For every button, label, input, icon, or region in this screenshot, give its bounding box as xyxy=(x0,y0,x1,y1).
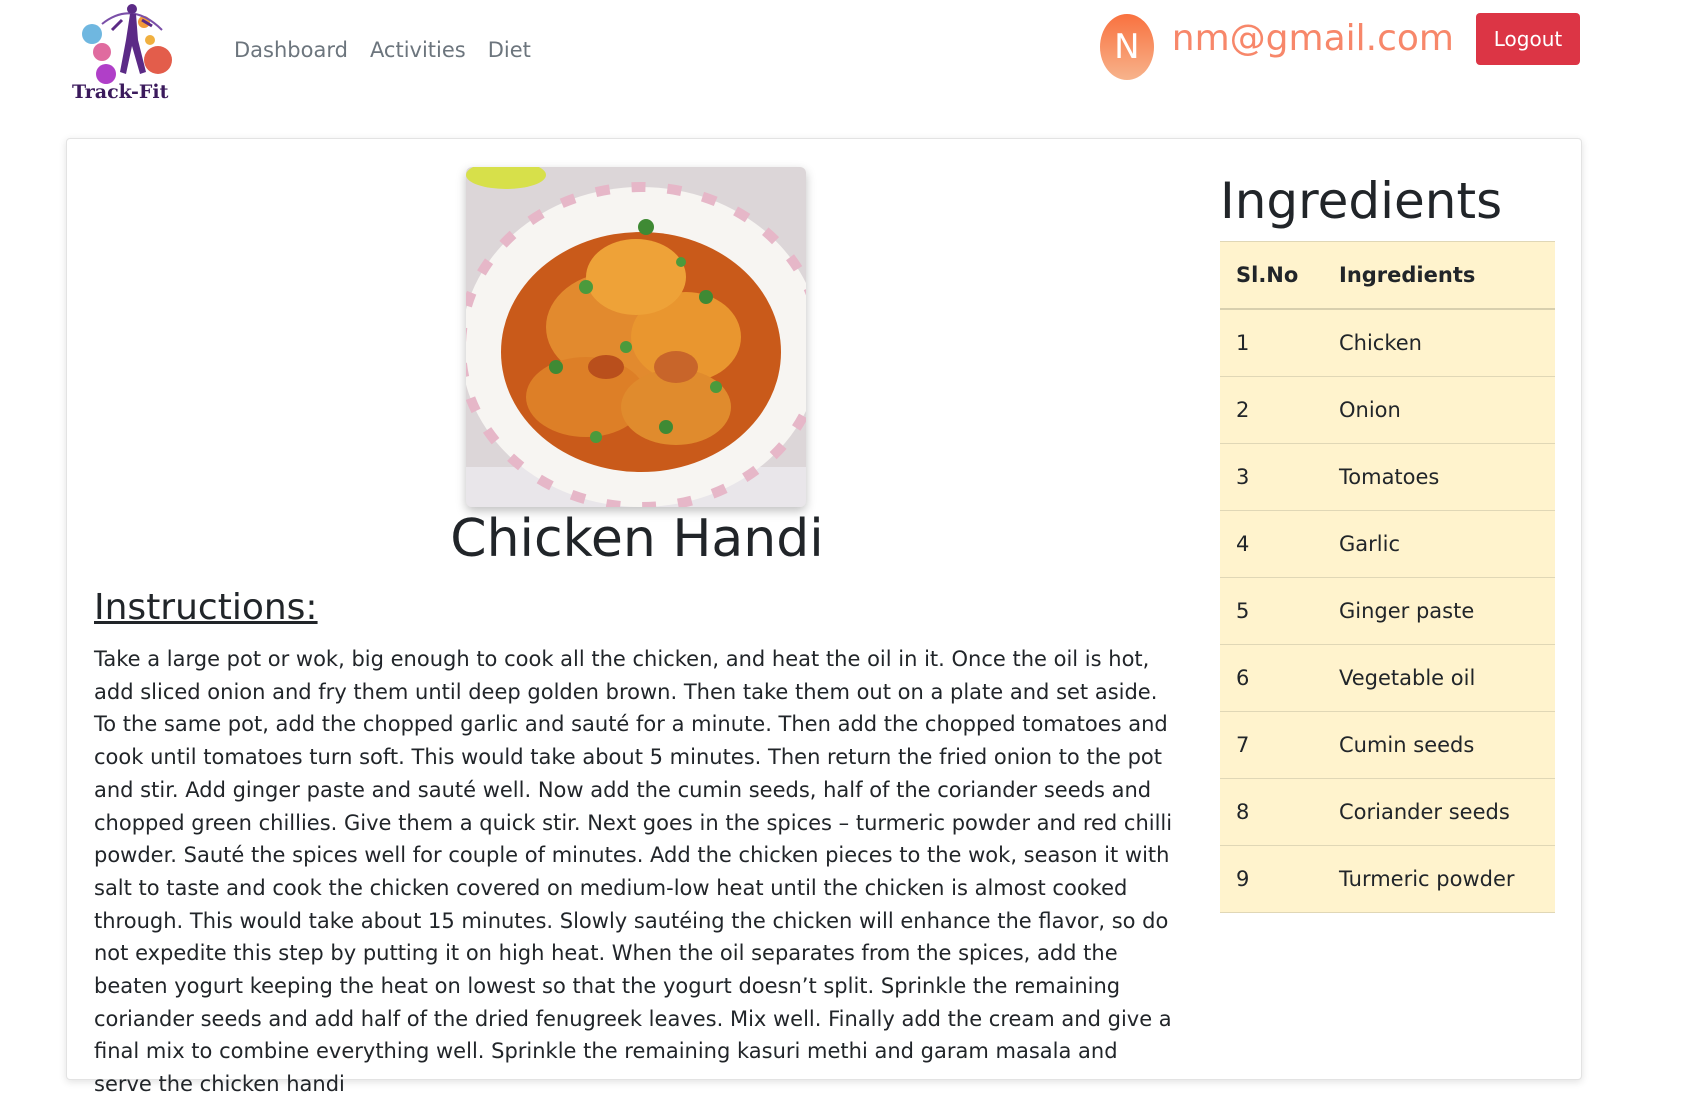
row-slno: 7 xyxy=(1220,711,1323,779)
table-row: 7 Cumin seeds xyxy=(1220,711,1555,779)
row-slno: 1 xyxy=(1220,308,1323,377)
nav-links: Dashboard Activities Diet xyxy=(234,38,531,62)
navbar: Track-Fit Dashboard Activities Diet N nm… xyxy=(0,0,1684,120)
row-slno: 4 xyxy=(1220,510,1323,578)
nav-activities-link[interactable]: Activities xyxy=(370,38,466,62)
row-ingredient: Garlic xyxy=(1323,510,1555,578)
instructions-heading: Instructions: xyxy=(94,587,318,628)
ingredients-table: Sl.No Ingredients 1 Chicken 2 Onion 3 To… xyxy=(1220,241,1555,913)
row-ingredient: Coriander seeds xyxy=(1323,778,1555,846)
user-email: nm@gmail.com xyxy=(1171,17,1454,59)
column-header-ingredients: Ingredients xyxy=(1323,241,1555,310)
logout-button[interactable]: Logout xyxy=(1476,13,1580,65)
table-row: 2 Onion xyxy=(1220,376,1555,444)
user-area: N nm@gmail.com Logout xyxy=(1099,10,1580,80)
table-row: 3 Tomatoes xyxy=(1220,443,1555,511)
nav-dashboard-link[interactable]: Dashboard xyxy=(234,38,348,62)
recipe-title: Chicken Handi xyxy=(450,509,824,569)
row-slno: 6 xyxy=(1220,644,1323,712)
ingredients-panel: Ingredients Sl.No Ingredients 1 Chicken … xyxy=(1220,167,1555,913)
table-row: 5 Ginger paste xyxy=(1220,577,1555,645)
row-slno: 3 xyxy=(1220,443,1323,511)
chicken-handi-photo xyxy=(466,167,806,507)
row-slno: 2 xyxy=(1220,376,1323,444)
table-header-row: Sl.No Ingredients xyxy=(1220,241,1555,310)
row-ingredient: Chicken xyxy=(1323,308,1555,377)
ingredients-heading: Ingredients xyxy=(1220,172,1503,230)
recipe-image xyxy=(466,167,806,507)
recipe-card: Chicken Handi Instructions: Take a large… xyxy=(66,138,1582,1096)
row-ingredient: Ginger paste xyxy=(1323,577,1555,645)
table-row: 6 Vegetable oil xyxy=(1220,644,1555,712)
table-row: 8 Coriander seeds xyxy=(1220,778,1555,846)
column-header-slno: Sl.No xyxy=(1220,241,1323,310)
logo-graphic: Track-Fit xyxy=(72,4,172,103)
table-row: 4 Garlic xyxy=(1220,510,1555,578)
table-row: 9 Turmeric powder xyxy=(1220,845,1555,913)
nav-diet-link[interactable]: Diet xyxy=(488,38,531,62)
table-row: 1 Chicken xyxy=(1220,308,1555,377)
row-ingredient: Turmeric powder xyxy=(1323,845,1555,913)
row-slno: 8 xyxy=(1220,778,1323,846)
avatar-initial: N xyxy=(1114,27,1140,67)
track-fit-logo[interactable]: Track-Fit xyxy=(72,0,192,108)
avatar[interactable]: N xyxy=(1099,14,1154,80)
row-ingredient: Tomatoes xyxy=(1323,443,1555,511)
row-ingredient: Cumin seeds xyxy=(1323,711,1555,779)
logo-text: Track-Fit xyxy=(72,81,169,103)
row-ingredient: Onion xyxy=(1323,376,1555,444)
row-slno: 9 xyxy=(1220,845,1323,913)
instructions-text: Take a large pot or wok, big enough to c… xyxy=(94,647,1173,1097)
row-slno: 5 xyxy=(1220,577,1323,645)
row-ingredient: Vegetable oil xyxy=(1323,644,1555,712)
